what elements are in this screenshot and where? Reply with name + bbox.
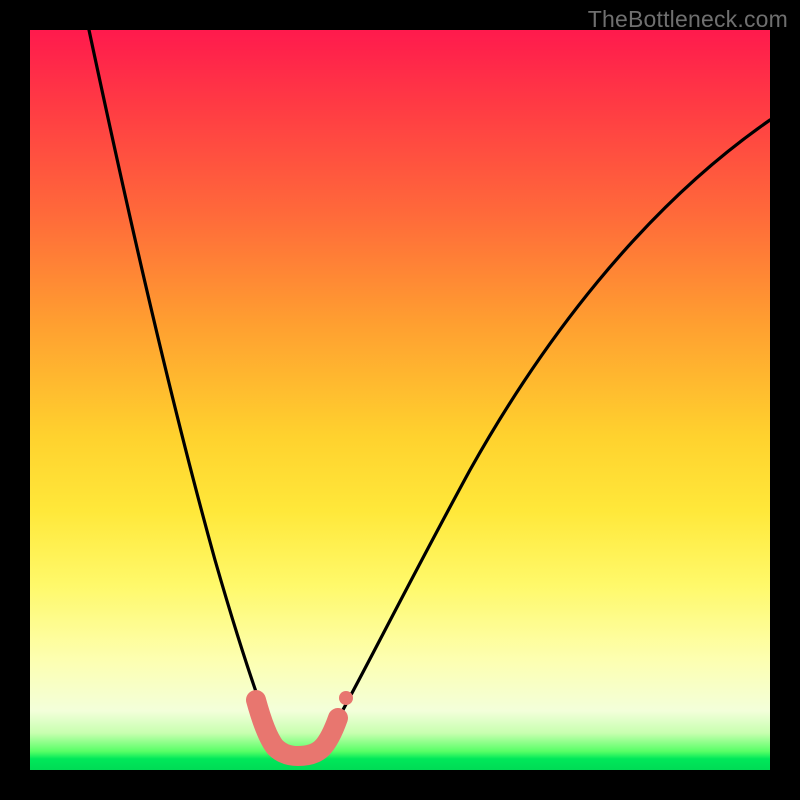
valley-end-dot <box>339 691 353 705</box>
bottleneck-curve <box>89 30 770 755</box>
chart-frame: TheBottleneck.com <box>0 0 800 800</box>
valley-highlight <box>256 700 338 756</box>
chart-curves <box>0 0 800 800</box>
watermark-text: TheBottleneck.com <box>588 6 788 33</box>
